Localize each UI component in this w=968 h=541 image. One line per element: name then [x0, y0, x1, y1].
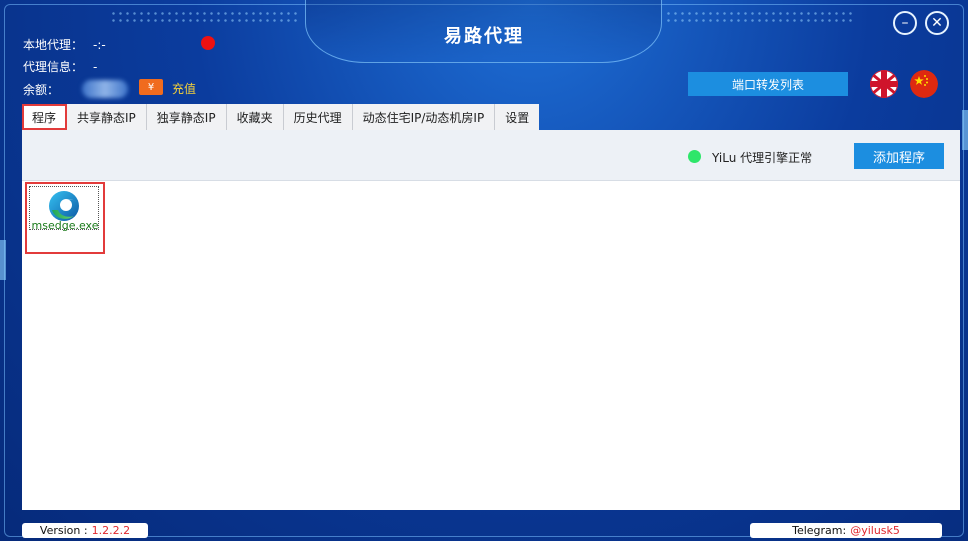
version-label: Version :: [39, 524, 88, 537]
engine-status-text: YiLu 代理引擎正常: [712, 151, 813, 165]
programs-toolbar: YiLu 代理引擎正常 添加程序: [22, 130, 960, 181]
program-item-msedge[interactable]: msedge.exe: [25, 182, 105, 254]
program-name: msedge.exe: [31, 219, 99, 232]
local-proxy-label: 本地代理：: [23, 38, 84, 52]
proxy-info-row: 代理信息： -: [23, 58, 97, 75]
version-box: Version :1.2.2.2: [22, 523, 148, 538]
telegram-label: Telegram:: [792, 524, 847, 537]
balance-row: 余额：: [23, 81, 59, 98]
tab-dedicated-static-ip[interactable]: 独享静态IP: [146, 104, 227, 130]
tab-settings[interactable]: 设置: [495, 104, 540, 130]
tab-favorites[interactable]: 收藏夹: [226, 104, 284, 130]
language-uk-flag-icon[interactable]: [870, 70, 898, 98]
version-value: 1.2.2.2: [91, 524, 131, 537]
recharge-link[interactable]: 充值: [172, 80, 196, 97]
side-decor-left: [0, 240, 6, 280]
telegram-value[interactable]: @yilusk5: [850, 524, 900, 537]
balance-label: 余额：: [23, 83, 60, 97]
proxy-info-value: -: [93, 60, 98, 74]
proxy-info-label: 代理信息：: [23, 60, 84, 74]
tab-dynamic-residential-ip[interactable]: 动态住宅IP/动态机房IP: [352, 104, 496, 130]
telegram-box: Telegram: @yilusk5: [750, 523, 942, 538]
close-icon[interactable]: ✕: [925, 11, 949, 35]
coupon-icon: ¥: [139, 79, 163, 95]
tab-programs[interactable]: 程序: [22, 104, 68, 130]
window-title: 易路代理: [444, 26, 524, 47]
port-forward-list-button[interactable]: 端口转发列表: [688, 72, 848, 96]
proxy-status-indicator: [201, 36, 215, 50]
local-proxy-value: -:-: [93, 38, 106, 52]
main-tabs: 程序 共享静态IP 独享静态IP 收藏夹 历史代理 动态住宅IP/动态机房IP …: [22, 104, 540, 130]
side-decor-right: [962, 110, 968, 150]
balance-value-blurred: [82, 80, 128, 98]
language-cn-flag-icon[interactable]: [910, 70, 938, 98]
programs-panel: YiLu 代理引擎正常 添加程序 msedge.exe: [22, 130, 960, 510]
engine-status-icon: [688, 150, 701, 163]
tab-history-proxy[interactable]: 历史代理: [283, 104, 353, 130]
add-program-button[interactable]: 添加程序: [854, 143, 944, 169]
app-window: 易路代理 – ✕ 本地代理： -:- 代理信息： - 余额： ¥ 充值 端口转发列表: [0, 0, 968, 541]
minimize-icon[interactable]: –: [893, 11, 917, 35]
local-proxy-row: 本地代理： -:-: [23, 36, 106, 53]
tab-shared-static-ip[interactable]: 共享静态IP: [67, 104, 147, 130]
